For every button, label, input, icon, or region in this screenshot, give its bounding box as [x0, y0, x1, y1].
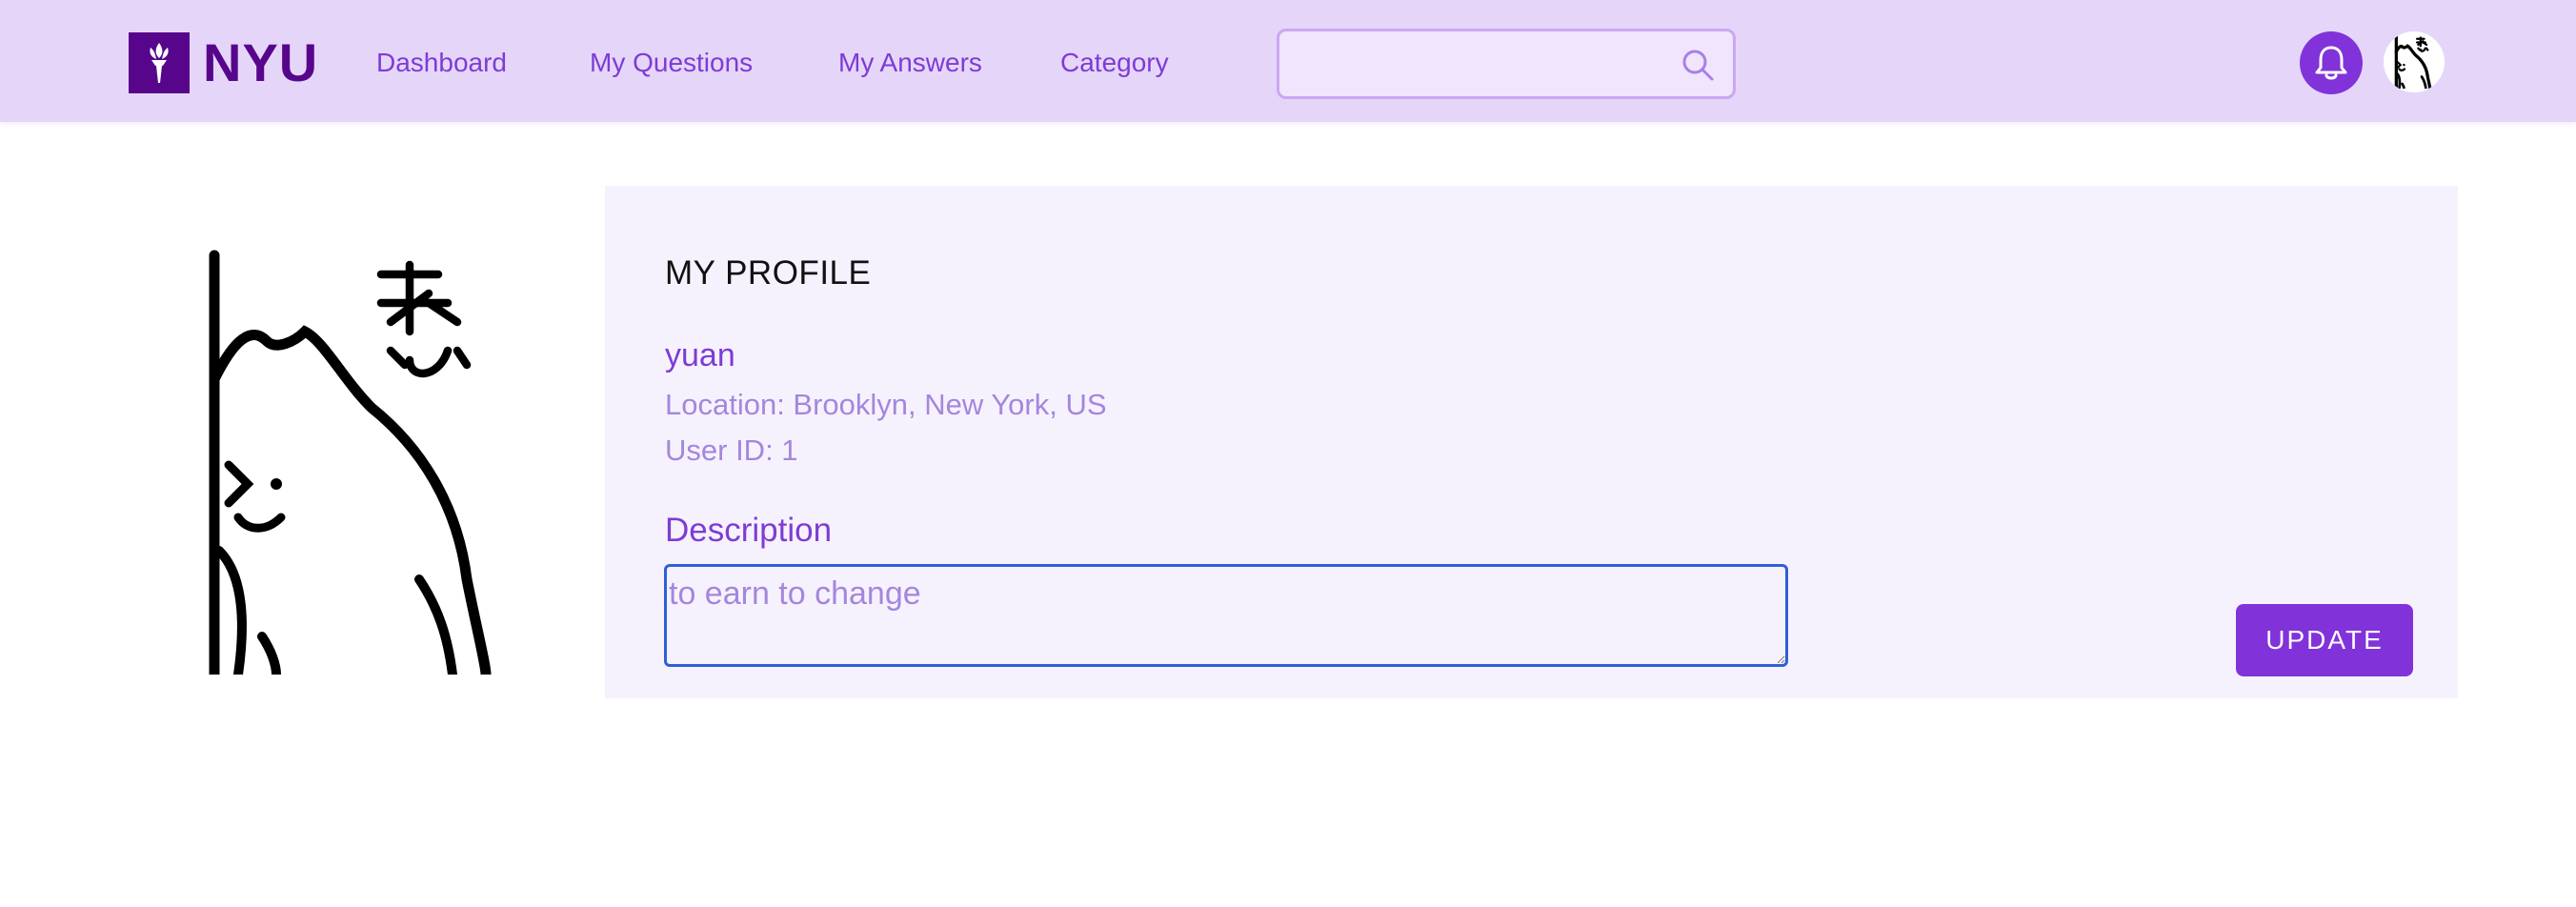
notifications-button[interactable] [2300, 31, 2363, 94]
user-avatar[interactable] [2384, 31, 2445, 92]
profile-picture [209, 250, 492, 675]
bell-icon [2315, 46, 2347, 80]
search-input[interactable] [1295, 41, 1660, 89]
nav-my-questions[interactable]: My Questions [590, 44, 753, 82]
nyu-logo[interactable]: NYU [129, 32, 318, 93]
location-text: Location: Brooklyn, New York, US [665, 388, 1107, 421]
profile-title: MY PROFILE [665, 254, 872, 292]
top-navbar: NYU Dashboard My Questions My Answers Ca… [0, 0, 2576, 122]
user-id-text: User ID: 1 [665, 433, 798, 467]
torch-icon [129, 32, 190, 93]
nav-my-answers[interactable]: My Answers [838, 44, 982, 82]
avatar-image [2394, 35, 2432, 89]
search-icon[interactable] [1680, 47, 1716, 83]
nav-category[interactable]: Category [1060, 44, 1169, 82]
nav-dashboard[interactable]: Dashboard [376, 44, 507, 82]
brand-name: NYU [203, 32, 319, 92]
search-box [1277, 29, 1736, 99]
description-label: Description [665, 512, 833, 549]
update-button[interactable]: UPDATE [2236, 604, 2413, 676]
description-textarea[interactable]: to earn to change [664, 564, 1788, 667]
profile-card: MY PROFILE yuan Location: Brooklyn, New … [605, 186, 2458, 698]
username: yuan [665, 337, 735, 373]
